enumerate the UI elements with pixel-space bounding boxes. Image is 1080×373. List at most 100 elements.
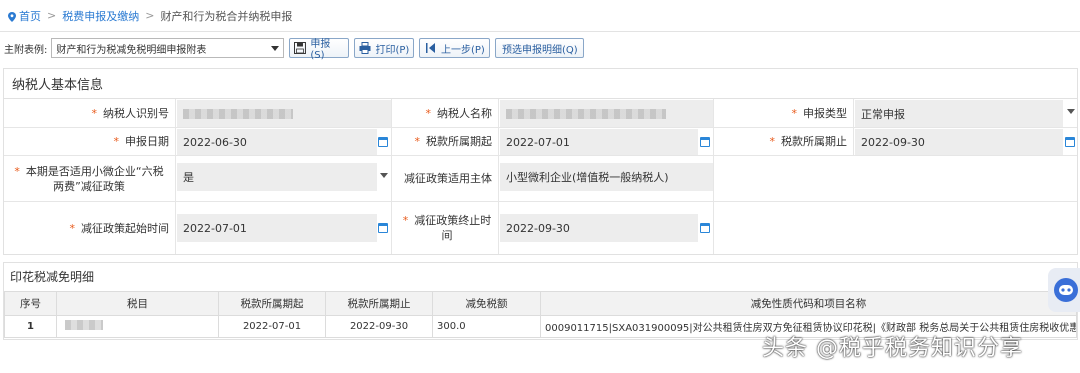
breadcrumb-separator: >	[47, 9, 57, 22]
preview-details-button-label: 预选申报明细(Q)	[502, 44, 578, 56]
table-header-row: 序号 税目 税款所属期起 税款所属期止 减免税额 减免性质代码和项目名称	[4, 291, 1077, 316]
subject-label-cell: 减征政策适用主体	[392, 156, 499, 202]
calendar-icon[interactable]	[378, 137, 388, 147]
robot-assistant-icon	[1054, 278, 1078, 302]
policy-end-label: 减征政策终止时间	[414, 214, 492, 242]
row-period-end: 2022-09-30	[325, 315, 433, 338]
period-start-label-cell: * 税款所属期起	[392, 128, 499, 156]
prev-step-button-label: 上一步(P)	[440, 44, 485, 56]
column-header: 税款所属期起	[218, 291, 326, 316]
printer-icon	[359, 42, 371, 54]
period-end-label: 税款所属期止	[781, 135, 847, 148]
calendar-icon[interactable]	[1065, 137, 1075, 147]
row-index: 1	[4, 315, 57, 338]
declare-button-label: 申报(S)	[310, 39, 331, 61]
required-mark: *	[791, 106, 798, 120]
required-mark: *	[14, 164, 20, 178]
empty-cell	[714, 156, 1077, 202]
policy-end-value: 2022-09-30	[506, 221, 570, 235]
stamp-tax-title: 印花税减免明细	[10, 269, 95, 284]
declare-type-value: 正常申报	[861, 107, 905, 121]
subject-value: 小型微利企业(增值税一般纳税人)	[506, 171, 669, 184]
chevron-down-icon	[380, 173, 388, 178]
column-header: 税款所属期止	[325, 291, 433, 316]
calendar-icon[interactable]	[700, 137, 710, 147]
period-end-field[interactable]: 2022-09-30	[855, 129, 1063, 155]
watermark: 头条 @税乎税务知识分享	[762, 336, 1023, 361]
required-mark: *	[113, 135, 120, 148]
small-enterprise-label: 本期是否适用小微企业“六税两费”减征政策	[25, 164, 164, 193]
required-mark: *	[769, 135, 776, 148]
period-end-label-cell: * 税款所属期止	[714, 128, 854, 156]
taxpayer-id-label-cell: * 纳税人识别号	[4, 99, 176, 128]
redacted-value	[506, 108, 666, 119]
declare-date-label: 申报日期	[125, 135, 169, 148]
breadcrumb: 首页 > 税费申报及缴纳 > 财产和行为税合并纳税申报	[0, 0, 1080, 32]
breadcrumb-home-link[interactable]: 首页	[19, 8, 41, 24]
declare-date-label-cell: * 申报日期	[4, 128, 176, 156]
taxpayer-id-label: 纳税人识别号	[103, 106, 169, 120]
subject-field: 小型微利企业(增值税一般纳税人)	[500, 163, 713, 191]
form-select-value: 财产和行为税减免税明细申报附表	[56, 44, 207, 56]
small-enterprise-label-cell: * 本期是否适用小微企业“六税两费”减征政策	[4, 156, 176, 202]
chevron-down-icon	[271, 45, 280, 51]
print-button[interactable]: 打印(P)	[354, 38, 415, 58]
period-end-value: 2022-09-30	[861, 135, 925, 149]
subject-label: 减征政策适用主体	[404, 172, 492, 185]
save-icon	[294, 42, 307, 54]
breadcrumb-tax-declare-link[interactable]: 税费申报及缴纳	[62, 8, 139, 24]
assistant-float-button[interactable]	[1048, 268, 1080, 312]
breadcrumb-current: 财产和行为税合并纳税申报	[160, 9, 293, 23]
form-select-label: 主附表例:	[4, 44, 48, 56]
declare-type-label: 申报类型	[803, 106, 847, 120]
column-header: 减免性质代码和项目名称	[540, 291, 1077, 316]
row-period-start: 2022-07-01	[218, 315, 326, 338]
required-mark: *	[414, 135, 421, 148]
row-tax-item	[56, 315, 219, 338]
declare-date-field[interactable]: 2022-06-30	[177, 129, 377, 155]
policy-start-label: 减征政策起始时间	[81, 221, 169, 235]
required-mark: *	[91, 106, 98, 120]
declare-type-label-cell: * 申报类型	[714, 99, 854, 128]
small-enterprise-select[interactable]: 是	[177, 163, 377, 191]
row-amount: 300.0	[432, 315, 541, 338]
taxpayer-id-field	[177, 100, 391, 127]
redacted-value	[65, 320, 103, 330]
required-mark: *	[425, 106, 432, 120]
taxpayer-info-title: 纳税人基本信息	[4, 69, 1077, 99]
preview-details-button[interactable]: 预选申报明细(Q)	[495, 38, 585, 58]
location-pin-icon	[8, 11, 16, 22]
taxpayer-info-panel: 纳税人基本信息 * 纳税人识别号 * 纳税人名称 * 申报类型 正常申报 * 申报日期 …	[3, 68, 1078, 255]
declare-type-select[interactable]: 正常申报	[855, 100, 1063, 127]
policy-end-field[interactable]: 2022-09-30	[500, 214, 698, 242]
column-header: 序号	[4, 291, 57, 316]
calendar-icon[interactable]	[700, 223, 710, 233]
policy-start-field[interactable]: 2022-07-01	[177, 214, 377, 242]
required-mark: *	[69, 221, 76, 235]
small-enterprise-value: 是	[183, 171, 194, 184]
prev-step-button[interactable]: 上一步(P)	[419, 38, 491, 58]
form-select[interactable]: 财产和行为税减免税明细申报附表	[51, 38, 285, 58]
back-arrow-icon	[425, 43, 435, 53]
required-mark: *	[402, 214, 409, 227]
column-header: 税目	[56, 291, 219, 316]
period-start-label: 税款所属期起	[426, 135, 492, 148]
taxpayer-name-label: 纳税人名称	[437, 106, 492, 120]
stamp-tax-section: 印花税减免明细 序号 税目 税款所属期起 税款所属期止 减免税额 减免性质代码和…	[3, 262, 1078, 340]
chevron-down-icon	[1067, 109, 1075, 114]
calendar-icon[interactable]	[378, 223, 388, 233]
period-start-field[interactable]: 2022-07-01	[500, 129, 698, 155]
taxpayer-name-label-cell: * 纳税人名称	[392, 99, 499, 128]
period-start-value: 2022-07-01	[506, 135, 570, 149]
policy-end-label-cell: * 减征政策终止时间	[392, 202, 499, 254]
taxpayer-name-field	[500, 100, 713, 127]
redacted-value	[183, 108, 293, 119]
column-header: 减免税额	[432, 291, 541, 316]
declare-date-value: 2022-06-30	[183, 135, 247, 149]
declare-button[interactable]: 申报(S)	[289, 38, 350, 61]
policy-start-label-cell: * 减征政策起始时间	[4, 202, 176, 254]
toolbar: 主附表例: 财产和行为税减免税明细申报附表 申报(S) 打印(P) 上一步(P)…	[0, 36, 1080, 61]
print-button-label: 打印(P)	[375, 44, 410, 56]
policy-start-value: 2022-07-01	[183, 221, 247, 235]
breadcrumb-separator: >	[145, 9, 155, 22]
